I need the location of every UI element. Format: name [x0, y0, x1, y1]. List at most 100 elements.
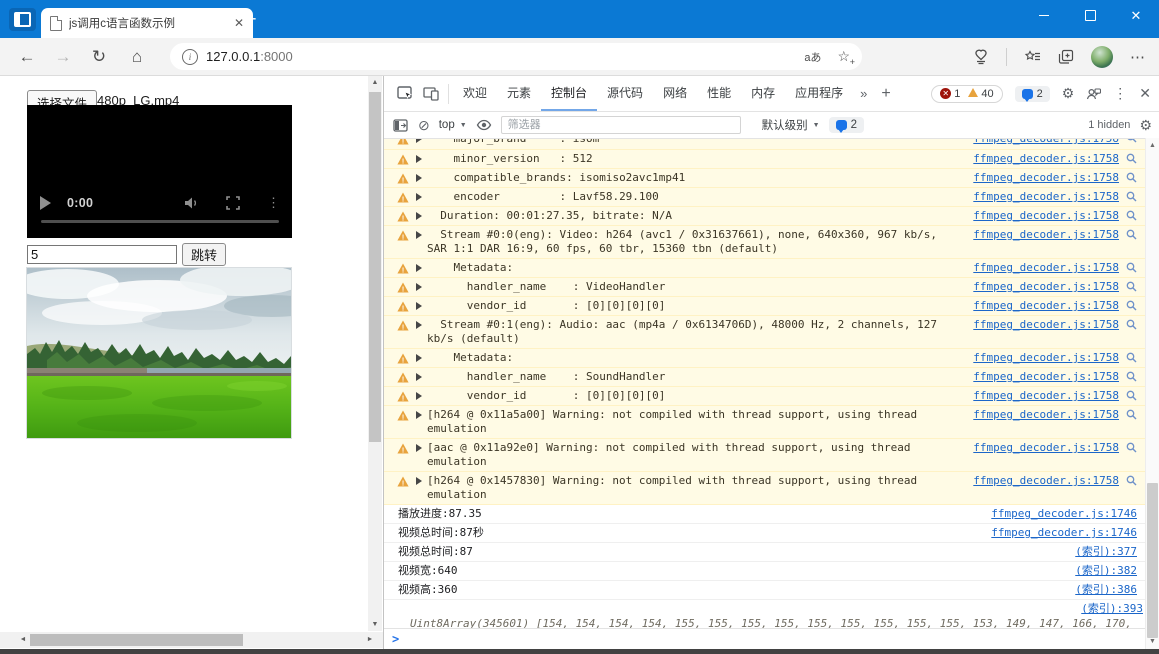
expand-icon[interactable] [416, 321, 422, 329]
console-vscroll-thumb[interactable] [1147, 483, 1158, 638]
scroll-left-icon[interactable]: ◄ [16, 632, 30, 648]
tab-performance[interactable]: 性能 [697, 76, 741, 111]
refresh-button[interactable]: ↻ [84, 38, 114, 75]
source-link[interactable]: ffmpeg_decoder.js:1758 [973, 474, 1119, 488]
collections-icon[interactable] [1058, 49, 1074, 65]
source-link[interactable]: ffmpeg_decoder.js:1758 [973, 318, 1119, 332]
search-source-icon[interactable] [1126, 371, 1137, 382]
search-source-icon[interactable] [1126, 319, 1137, 330]
search-source-icon[interactable] [1126, 390, 1137, 401]
source-link[interactable]: ffmpeg_decoder.js:1758 [973, 370, 1119, 384]
source-link[interactable]: (索引):377 [1075, 545, 1137, 559]
tab-close-icon[interactable]: ✕ [234, 17, 244, 29]
console-warning-row[interactable]: ! Stream #0:1(eng): Audio: aac (mp4a / 0… [384, 316, 1159, 349]
console-warning-row[interactable]: ! handler_name : VideoHandler ffmpeg_deco… [384, 278, 1159, 297]
page-vscroll-thumb[interactable] [369, 92, 381, 442]
expand-icon[interactable] [416, 302, 422, 310]
console-vertical-scrollbar[interactable]: ▲ ▼ [1145, 138, 1159, 649]
source-link[interactable]: ffmpeg_decoder.js:1758 [973, 152, 1119, 166]
more-tabs-icon[interactable]: » [853, 86, 874, 101]
tab-elements[interactable]: 元素 [497, 76, 541, 111]
translate-icon[interactable]: aあ [804, 49, 821, 65]
console-log-row[interactable]: 视频总时间:87秒 ffmpeg_decoder.js:1746 [384, 524, 1159, 543]
issues-badge[interactable]: 2 [1014, 85, 1050, 102]
console-warning-row[interactable]: ! major_brand : isom ffmpeg_decoder.js:1… [384, 139, 1159, 150]
more-options-icon[interactable]: ⋮ [267, 195, 280, 211]
fullscreen-icon[interactable] [226, 196, 240, 210]
expand-icon[interactable] [416, 212, 422, 220]
back-button[interactable]: ← [12, 38, 42, 75]
console-log-row[interactable]: 视频总时间:87 (索引):377 [384, 543, 1159, 562]
source-link[interactable]: ffmpeg_decoder.js:1758 [973, 209, 1119, 223]
search-source-icon[interactable] [1126, 409, 1137, 420]
favorite-star-icon[interactable]: ☆ + [837, 48, 855, 67]
console-log-row[interactable]: 视频高:360 (索引):386 [384, 581, 1159, 600]
errors-warnings-badge[interactable]: ✕ 1 40 [931, 84, 1003, 103]
source-link[interactable]: ffmpeg_decoder.js:1758 [973, 408, 1119, 422]
devtools-close-icon[interactable]: ✕ [1139, 85, 1151, 102]
source-link[interactable]: ffmpeg_decoder.js:1758 [973, 190, 1119, 204]
console-warning-row[interactable]: ! compatible_brands: isomiso2avc1mp41 ffm… [384, 169, 1159, 188]
new-tab-button[interactable]: + [246, 9, 257, 30]
console-warning-row[interactable]: ! [aac @ 0x11a92e0] Warning: not compiled… [384, 439, 1159, 472]
tab-console[interactable]: 控制台 [541, 76, 597, 111]
search-source-icon[interactable] [1126, 191, 1137, 202]
source-link[interactable]: ffmpeg_decoder.js:1758 [973, 139, 1119, 146]
clear-console-icon[interactable]: ⊘ [418, 117, 430, 134]
live-expression-icon[interactable] [476, 119, 492, 131]
console-sidebar-icon[interactable] [391, 112, 409, 138]
expand-icon[interactable] [416, 283, 422, 291]
site-info-icon[interactable]: i [182, 48, 198, 65]
tab-memory[interactable]: 内存 [741, 76, 785, 111]
devtools-settings-icon[interactable]: ⚙ [1062, 85, 1075, 102]
search-source-icon[interactable] [1126, 262, 1137, 273]
scroll-right-icon[interactable]: ► [363, 632, 377, 648]
maximize-button[interactable] [1067, 0, 1113, 31]
forward-button[interactable]: → [48, 38, 78, 75]
expand-icon[interactable] [416, 354, 422, 362]
video-progress-bar[interactable] [41, 220, 279, 223]
inspect-element-icon[interactable] [392, 81, 418, 107]
expand-icon[interactable] [416, 139, 422, 143]
source-link[interactable]: (索引):382 [1075, 564, 1137, 578]
expand-icon[interactable] [416, 264, 422, 272]
seek-seconds-input[interactable] [27, 245, 177, 264]
console-warning-row[interactable]: ! vendor_id : [0][0][0][0] ffmpeg_decoder… [384, 297, 1159, 316]
close-window-button[interactable]: ✕ [1113, 0, 1159, 31]
scroll-down-icon[interactable]: ▼ [368, 618, 382, 631]
search-source-icon[interactable] [1126, 300, 1137, 311]
scroll-down-icon[interactable]: ▼ [1146, 635, 1159, 648]
add-panel-icon[interactable]: + [874, 85, 897, 103]
source-link[interactable]: ffmpeg_decoder.js:1758 [973, 299, 1119, 313]
search-source-icon[interactable] [1126, 153, 1137, 164]
console-warning-row[interactable]: ! Duration: 00:01:27.35, bitrate: N/A ffm… [384, 207, 1159, 226]
video-player[interactable]: 0:00 ⋮ [27, 105, 292, 238]
profile-avatar[interactable] [1091, 45, 1113, 68]
source-link[interactable]: (索引):386 [1075, 583, 1137, 597]
devtools-more-icon[interactable]: ⋮ [1113, 85, 1127, 102]
tab-network[interactable]: 网络 [653, 76, 697, 111]
source-link[interactable]: ffmpeg_decoder.js:1758 [973, 280, 1119, 294]
expand-icon[interactable] [416, 444, 422, 452]
page-hscroll-thumb[interactable] [30, 634, 243, 646]
search-source-icon[interactable] [1126, 139, 1137, 143]
expand-icon[interactable] [416, 174, 422, 182]
tab-welcome[interactable]: 欢迎 [453, 76, 497, 111]
jump-button[interactable]: 跳转 [182, 243, 227, 266]
console-warning-row[interactable]: ! Metadata: ffmpeg_decoder.js:1758 [384, 259, 1159, 278]
console-log-row[interactable]: 视频宽:640 (索引):382 [384, 562, 1159, 581]
search-source-icon[interactable] [1126, 281, 1137, 292]
source-link[interactable]: ffmpeg_decoder.js:1746 [991, 507, 1137, 521]
expand-icon[interactable] [416, 477, 422, 485]
address-bar[interactable]: i 127.0.0.1:8000 aあ ☆ + [170, 43, 862, 70]
scroll-up-icon[interactable]: ▲ [1146, 139, 1159, 152]
expand-icon[interactable] [416, 155, 422, 163]
settings-more-icon[interactable]: ⋯ [1130, 48, 1145, 66]
expand-icon[interactable] [416, 411, 422, 419]
console-prompt[interactable]: > [384, 628, 1159, 649]
device-toolbar-icon[interactable] [418, 81, 444, 107]
console-filter-input[interactable] [500, 116, 741, 134]
search-source-icon[interactable] [1126, 172, 1137, 183]
console-warning-row[interactable]: ! [h264 @ 0x11a5a00] Warning: not compile… [384, 406, 1159, 439]
page-horizontal-scrollbar[interactable]: ◄ ► [0, 632, 383, 648]
